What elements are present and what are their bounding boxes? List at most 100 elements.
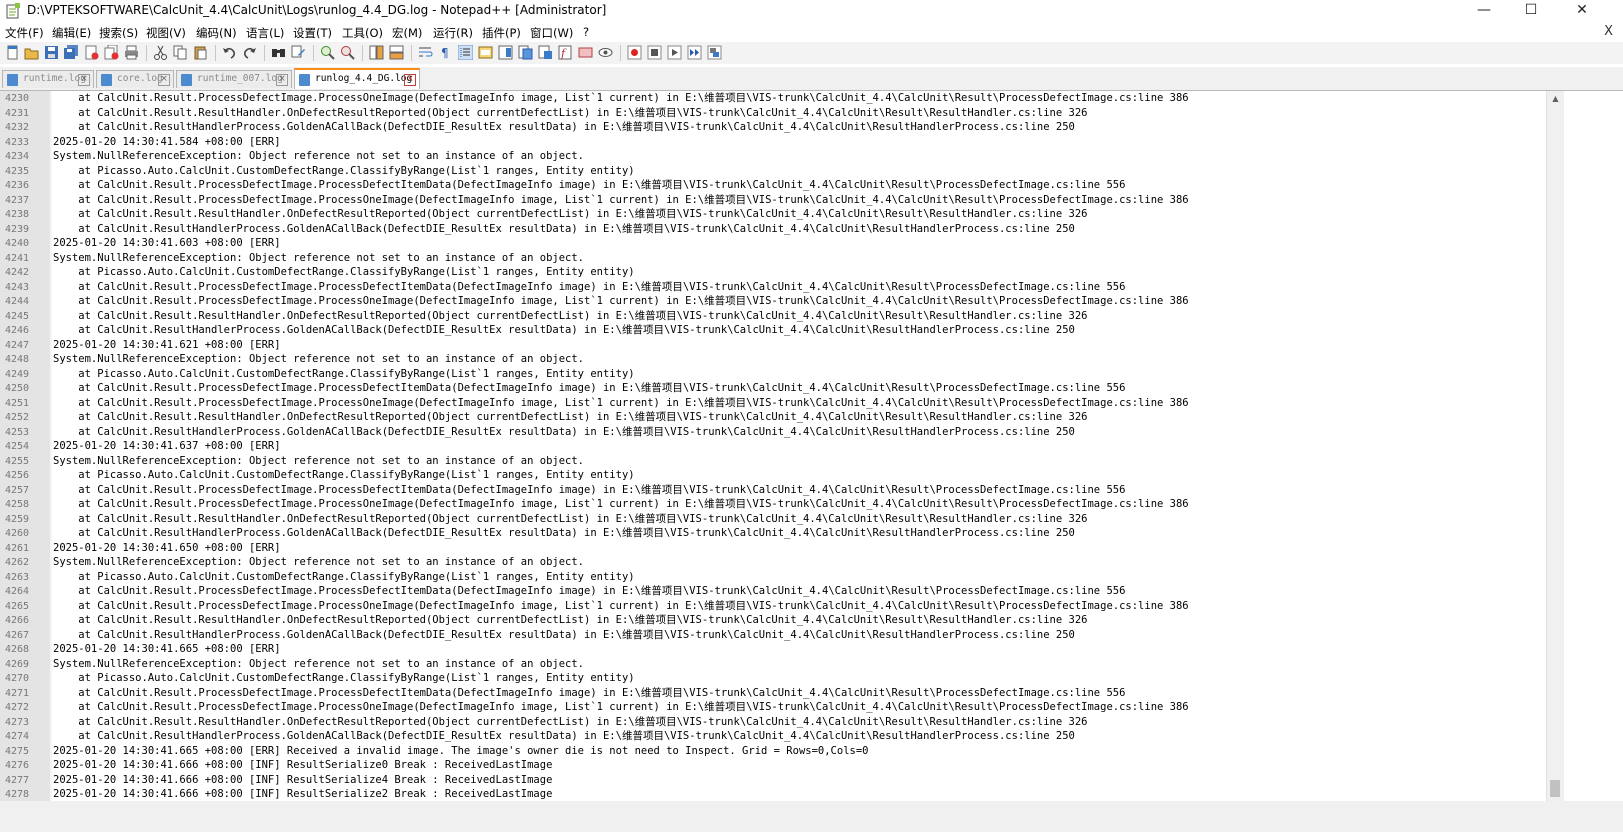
menu-macro[interactable]: 宏(M) — [392, 25, 422, 41]
scroll-up-icon[interactable]: ▲ — [1547, 91, 1564, 106]
editor-line[interactable]: 4242 at Picasso.Auto.CalcUnit.CustomDefe… — [0, 265, 1546, 280]
menu-search[interactable]: 搜索(S) — [99, 25, 138, 41]
editor-line[interactable]: 4273 at CalcUnit.Result.ResultHandler.On… — [0, 715, 1546, 730]
print-icon[interactable] — [124, 45, 139, 60]
close-all-icon[interactable] — [104, 45, 119, 60]
editor-line[interactable]: 4245 at CalcUnit.Result.ResultHandler.On… — [0, 309, 1546, 324]
editor-line[interactable]: 4269 System.NullReferenceException: Objec… — [0, 657, 1546, 672]
editor-line[interactable]: 4232 at CalcUnit.ResultHandlerProcess.Go… — [0, 120, 1546, 135]
editor-line[interactable]: 4264 at CalcUnit.Result.ProcessDefectIma… — [0, 584, 1546, 599]
close-window-button[interactable]: ✕ — [1559, 0, 1605, 22]
editor-line[interactable]: 4249 at Picasso.Auto.CalcUnit.CustomDefe… — [0, 367, 1546, 382]
menu-view[interactable]: 视图(V) — [146, 25, 186, 41]
word-wrap-icon[interactable] — [418, 45, 433, 60]
editor-line[interactable]: 4276 2025-01-20 14:30:41.666 +08:00 [INF]… — [0, 758, 1546, 773]
menu-encoding[interactable]: 编码(N) — [196, 25, 237, 41]
editor-line[interactable]: 4244 at CalcUnit.Result.ProcessDefectIma… — [0, 294, 1546, 309]
editor-line[interactable]: 4235 at Picasso.Auto.CalcUnit.CustomDefe… — [0, 164, 1546, 179]
editor-line[interactable]: 4260 at CalcUnit.ResultHandlerProcess.Go… — [0, 526, 1546, 541]
replace-icon[interactable] — [291, 45, 306, 60]
editor-line[interactable]: 4256 at Picasso.Auto.CalcUnit.CustomDefe… — [0, 468, 1546, 483]
record-macro-icon[interactable] — [627, 45, 642, 60]
show-all-chars-icon[interactable]: ¶ — [438, 45, 453, 60]
editor-line[interactable]: 4277 2025-01-20 14:30:41.666 +08:00 [INF]… — [0, 773, 1546, 788]
tab-close-icon[interactable]: × — [404, 74, 416, 86]
indent-guide-icon[interactable] — [458, 45, 473, 60]
editor-line[interactable]: 4253 at CalcUnit.ResultHandlerProcess.Go… — [0, 425, 1546, 440]
menu-plugins[interactable]: 插件(P) — [482, 25, 521, 41]
tab-runtime-log[interactable]: runtime.log × — [2, 70, 94, 88]
editor-line[interactable]: 4247 2025-01-20 14:30:41.621 +08:00 [ERR] — [0, 338, 1546, 353]
menu-edit[interactable]: 编辑(E) — [52, 25, 91, 41]
run-macro-multiple-icon[interactable] — [687, 45, 702, 60]
editor-line[interactable]: 4272 at CalcUnit.Result.ProcessDefectIma… — [0, 700, 1546, 715]
close-icon[interactable] — [84, 45, 99, 60]
editor-area[interactable]: 4230 at CalcUnit.Result.ProcessDefectIma… — [0, 91, 1546, 801]
editor-line[interactable]: 4255 System.NullReferenceException: Objec… — [0, 454, 1546, 469]
find-icon[interactable] — [271, 45, 286, 60]
scrollbar-thumb[interactable] — [1550, 780, 1560, 797]
editor-line[interactable]: 4267 at CalcUnit.ResultHandlerProcess.Go… — [0, 628, 1546, 643]
editor-line[interactable]: 4258 at CalcUnit.Result.ProcessDefectIma… — [0, 497, 1546, 512]
editor-line[interactable]: 4270 at Picasso.Auto.CalcUnit.CustomDefe… — [0, 671, 1546, 686]
editor-line[interactable]: 4251 at CalcUnit.Result.ProcessDefectIma… — [0, 396, 1546, 411]
editor-line[interactable]: 4248 System.NullReferenceException: Objec… — [0, 352, 1546, 367]
editor-line[interactable]: 4234 System.NullReferenceException: Objec… — [0, 149, 1546, 164]
stop-record-icon[interactable] — [647, 45, 662, 60]
editor-line[interactable]: 4263 at Picasso.Auto.CalcUnit.CustomDefe… — [0, 570, 1546, 585]
copy-icon[interactable] — [173, 45, 188, 60]
menu-settings[interactable]: 设置(T) — [293, 25, 332, 41]
maximize-button[interactable]: ☐ — [1508, 0, 1554, 22]
tab-close-icon[interactable]: × — [276, 74, 288, 86]
minimize-button[interactable]: — — [1461, 0, 1507, 22]
new-file-icon[interactable] — [5, 45, 20, 60]
editor-line[interactable]: 4262 System.NullReferenceException: Objec… — [0, 555, 1546, 570]
tab-core-log[interactable]: core.log × — [96, 70, 174, 88]
editor-line[interactable]: 4231 at CalcUnit.Result.ResultHandler.On… — [0, 106, 1546, 121]
editor-line[interactable]: 4274 at CalcUnit.ResultHandlerProcess.Go… — [0, 729, 1546, 744]
editor-line[interactable]: 4250 at CalcUnit.Result.ProcessDefectIma… — [0, 381, 1546, 396]
editor-line[interactable]: 4243 at CalcUnit.Result.ProcessDefectIma… — [0, 280, 1546, 295]
sync-horizontal-icon[interactable] — [389, 45, 404, 60]
tab-close-icon[interactable]: × — [78, 74, 90, 86]
save-macro-icon[interactable] — [707, 45, 722, 60]
save-all-icon[interactable] — [64, 45, 79, 60]
function-list-icon[interactable] — [518, 45, 533, 60]
user-defined-lang-icon[interactable] — [478, 45, 493, 60]
paste-icon[interactable] — [193, 45, 208, 60]
editor-line[interactable]: 4268 2025-01-20 14:30:41.665 +08:00 [ERR] — [0, 642, 1546, 657]
editor-line[interactable]: 4233 2025-01-20 14:30:41.584 +08:00 [ERR] — [0, 135, 1546, 150]
menu-tools[interactable]: 工具(O) — [342, 25, 383, 41]
menu-run[interactable]: 运行(R) — [433, 25, 473, 41]
open-file-icon[interactable] — [24, 45, 39, 60]
redo-icon[interactable] — [242, 45, 257, 60]
editor-line[interactable]: 4278 2025-01-20 14:30:41.666 +08:00 [INF]… — [0, 787, 1546, 801]
editor-line[interactable]: 4259 at CalcUnit.Result.ResultHandler.On… — [0, 512, 1546, 527]
editor-line[interactable]: 4266 at CalcUnit.Result.ResultHandler.On… — [0, 613, 1546, 628]
editor-line[interactable]: 4238 at CalcUnit.Result.ResultHandler.On… — [0, 207, 1546, 222]
menu-language[interactable]: 语言(L) — [246, 25, 284, 41]
undo-icon[interactable] — [222, 45, 237, 60]
menu-window[interactable]: 窗口(W) — [530, 25, 573, 41]
folder-as-workspace-icon[interactable] — [538, 45, 553, 60]
zoom-in-icon[interactable] — [320, 45, 335, 60]
close-document-button[interactable]: X — [1604, 24, 1613, 39]
editor-line[interactable]: 4239 at CalcUnit.ResultHandlerProcess.Go… — [0, 222, 1546, 237]
eye-icon[interactable] — [598, 45, 613, 60]
monitoring-icon[interactable] — [578, 45, 593, 60]
editor-line[interactable]: 4265 at CalcUnit.Result.ProcessDefectIma… — [0, 599, 1546, 614]
save-icon[interactable] — [44, 45, 59, 60]
editor-line[interactable]: 4252 at CalcUnit.Result.ResultHandler.On… — [0, 410, 1546, 425]
sync-vertical-icon[interactable] — [369, 45, 384, 60]
editor-line[interactable]: 4271 at CalcUnit.Result.ProcessDefectIma… — [0, 686, 1546, 701]
tab-runlog-dg-log[interactable]: runlog_4.4_DG.log × — [294, 68, 420, 89]
editor-line[interactable]: 4237 at CalcUnit.Result.ProcessDefectIma… — [0, 193, 1546, 208]
editor-line[interactable]: 4236 at CalcUnit.Result.ProcessDefectIma… — [0, 178, 1546, 193]
zoom-out-icon[interactable] — [340, 45, 355, 60]
play-macro-icon[interactable] — [667, 45, 682, 60]
editor-line[interactable]: 4230 at CalcUnit.Result.ProcessDefectIma… — [0, 91, 1546, 106]
editor-line[interactable]: 4261 2025-01-20 14:30:41.650 +08:00 [ERR] — [0, 541, 1546, 556]
doc-list-icon[interactable]: f — [558, 45, 573, 60]
doc-map-icon[interactable] — [498, 45, 513, 60]
tab-runtime-007-log[interactable]: runtime_007.log × — [176, 70, 292, 88]
